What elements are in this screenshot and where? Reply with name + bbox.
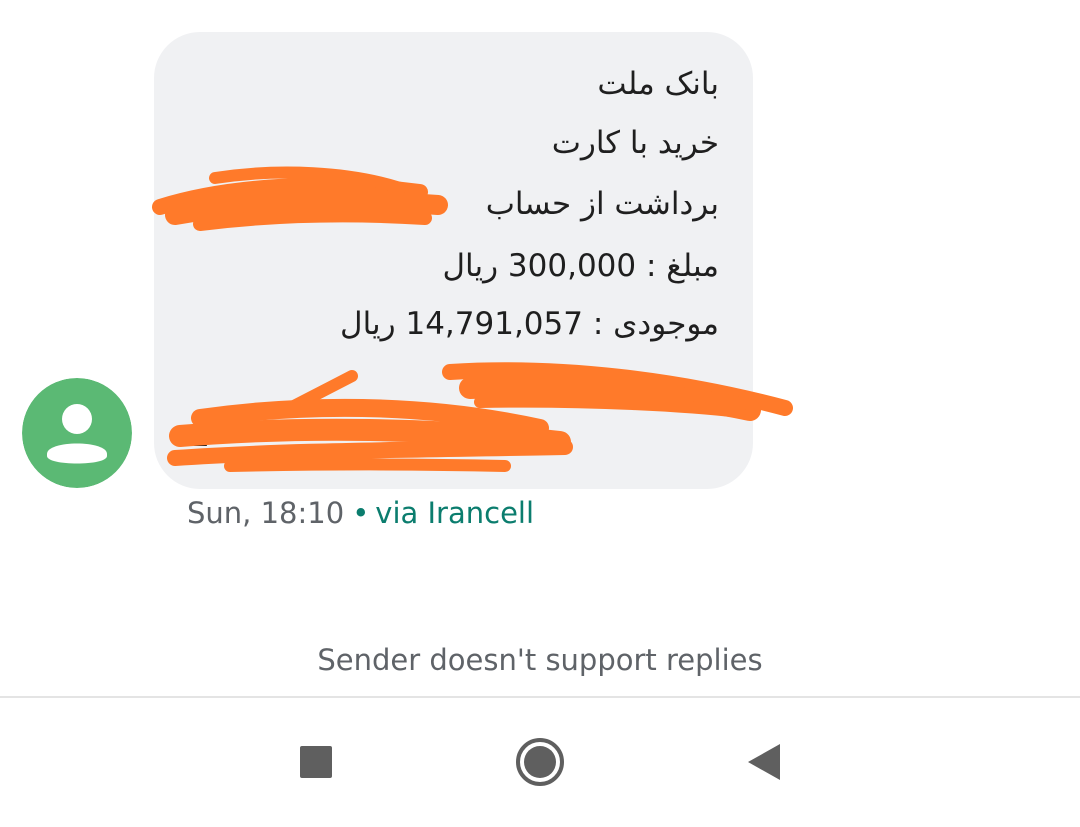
message-line-redacted: 1 [190, 418, 210, 454]
carrier-label: via Irancell [375, 496, 535, 530]
message-bubble[interactable]: بانک ملت خرید با کارت برداشت از حساب مبل… [154, 32, 753, 489]
message-meta: Sun, 18:10 • via Irancell [187, 493, 534, 533]
circle-home-icon [516, 738, 564, 786]
system-navigation-bar [0, 698, 1080, 827]
message-line-bank: بانک ملت [597, 66, 719, 102]
sender-avatar[interactable] [22, 378, 132, 488]
message-line-balance: موجودی : 14,791,057 ریال [340, 306, 719, 342]
home-button[interactable] [512, 734, 568, 790]
message-thread-screen: بانک ملت خرید با کارت برداشت از حساب مبل… [0, 0, 1080, 827]
back-button[interactable] [733, 734, 789, 790]
message-line-purchase: خرید با کارت [551, 125, 719, 161]
recents-button[interactable] [288, 734, 344, 790]
person-icon [22, 378, 132, 488]
reply-not-supported-notice: Sender doesn't support replies [317, 643, 763, 677]
triangle-back-icon [748, 744, 780, 780]
message-line-amount: مبلغ : 300,000 ریال [442, 248, 720, 284]
square-recents-icon [300, 746, 332, 778]
message-time: Sun, 18:10 [187, 496, 345, 530]
meta-separator: • [352, 496, 370, 530]
message-line-withdrawal: برداشت از حساب [485, 186, 719, 222]
